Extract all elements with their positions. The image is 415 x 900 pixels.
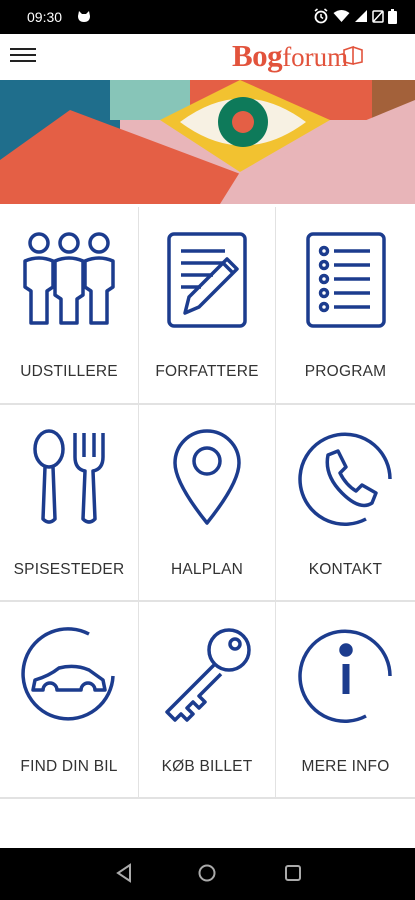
logo-bold-text: Bog: [232, 38, 283, 73]
app-bar: Bog forum: [0, 34, 415, 80]
tile-program[interactable]: PROGRAM: [276, 207, 415, 403]
tile-forfattere[interactable]: FORFATTERE: [139, 207, 275, 403]
tile-mere-info[interactable]: MERE INFO: [276, 602, 415, 797]
tile-label: FIND DIN BIL: [20, 758, 118, 775]
key-icon: [165, 628, 251, 722]
tile-label: HALPLAN: [170, 561, 244, 578]
tile-kontakt[interactable]: KONTAKT: [276, 405, 415, 600]
back-icon[interactable]: [113, 862, 137, 886]
tile-find-din-bil[interactable]: FIND DIN BIL: [0, 602, 138, 797]
tile-label: UDSTILLERE: [20, 363, 118, 380]
nav-bar: [0, 848, 415, 900]
banner: [0, 80, 415, 204]
hamburger-menu-icon[interactable]: [10, 44, 36, 66]
map-pin-icon: [173, 429, 241, 525]
document-pencil-icon: [167, 232, 247, 328]
wifi-icon: [333, 9, 350, 28]
info-icon: [297, 629, 392, 723]
tile-label: MERE INFO: [301, 758, 390, 775]
tile-halplan[interactable]: HALPLAN: [139, 405, 275, 600]
tile-spisesteder[interactable]: SPISESTEDER: [0, 405, 138, 600]
status-time: 09:30: [27, 9, 63, 25]
signal-icon: [354, 9, 368, 28]
battery-icon: [388, 8, 397, 29]
phone-icon: [297, 432, 392, 526]
alarm-icon: [313, 8, 329, 29]
battery-saver-icon: [372, 9, 384, 28]
eye-icon: [0, 80, 415, 204]
list-icon: [305, 232, 386, 328]
tile-kob-billet[interactable]: KØB BILLET: [139, 602, 275, 797]
logo-book-icon: [343, 45, 363, 65]
tile-label: KONTAKT: [308, 561, 383, 578]
people-icon: [23, 232, 115, 325]
menu-grid: UDSTILLERE FORFATTERE PROGRAM SPISESTEDE…: [0, 207, 415, 799]
tile-label: SPISESTEDER: [13, 561, 125, 578]
status-bar: 09:30: [0, 0, 415, 34]
tile-label: FORFATTERE: [155, 363, 259, 380]
tile-label: PROGRAM: [304, 363, 387, 380]
status-icons: [313, 8, 397, 29]
home-icon[interactable]: [196, 862, 220, 886]
logo: Bog forum: [232, 38, 364, 78]
cat-icon: [76, 10, 92, 29]
tile-label: KØB BILLET: [161, 758, 253, 775]
logo-light-text: forum: [282, 42, 349, 72]
recents-icon[interactable]: [282, 862, 306, 886]
tile-udstillere[interactable]: UDSTILLERE: [0, 207, 138, 403]
spoon-fork-icon: [33, 429, 105, 524]
car-icon: [21, 627, 115, 721]
